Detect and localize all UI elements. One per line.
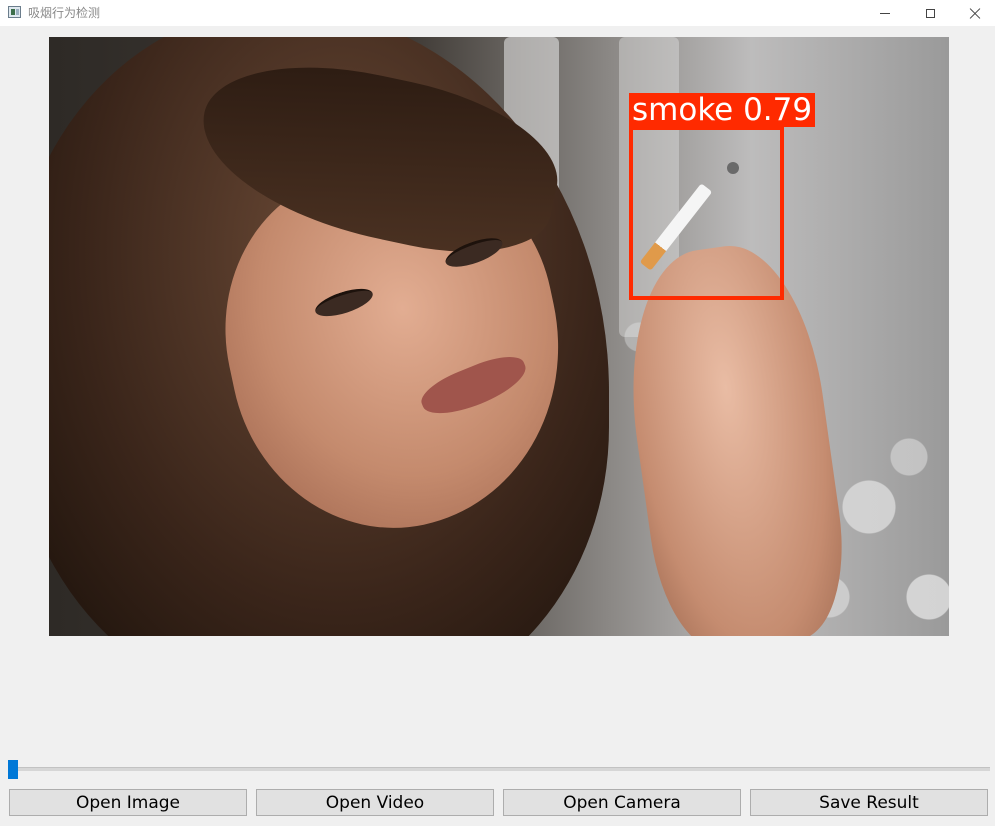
app-window-icon — [8, 6, 21, 18]
detection-label: smoke 0.79 — [629, 93, 816, 127]
image-display: smoke 0.79 — [49, 37, 949, 636]
progress-slider-handle[interactable] — [8, 760, 18, 779]
minimize-icon[interactable] — [862, 0, 908, 26]
title-bar: 吸烟行为检测 — [0, 0, 995, 26]
close-icon[interactable] — [952, 0, 995, 26]
progress-slider-track[interactable] — [10, 767, 990, 771]
maximize-icon[interactable] — [907, 0, 953, 26]
open-video-button[interactable]: Open Video — [256, 789, 494, 816]
detection-box — [629, 126, 784, 300]
window-title: 吸烟行为检测 — [28, 6, 101, 20]
open-camera-button[interactable]: Open Camera — [503, 789, 741, 816]
open-image-button[interactable]: Open Image — [9, 789, 247, 816]
save-result-button[interactable]: Save Result — [750, 789, 988, 816]
